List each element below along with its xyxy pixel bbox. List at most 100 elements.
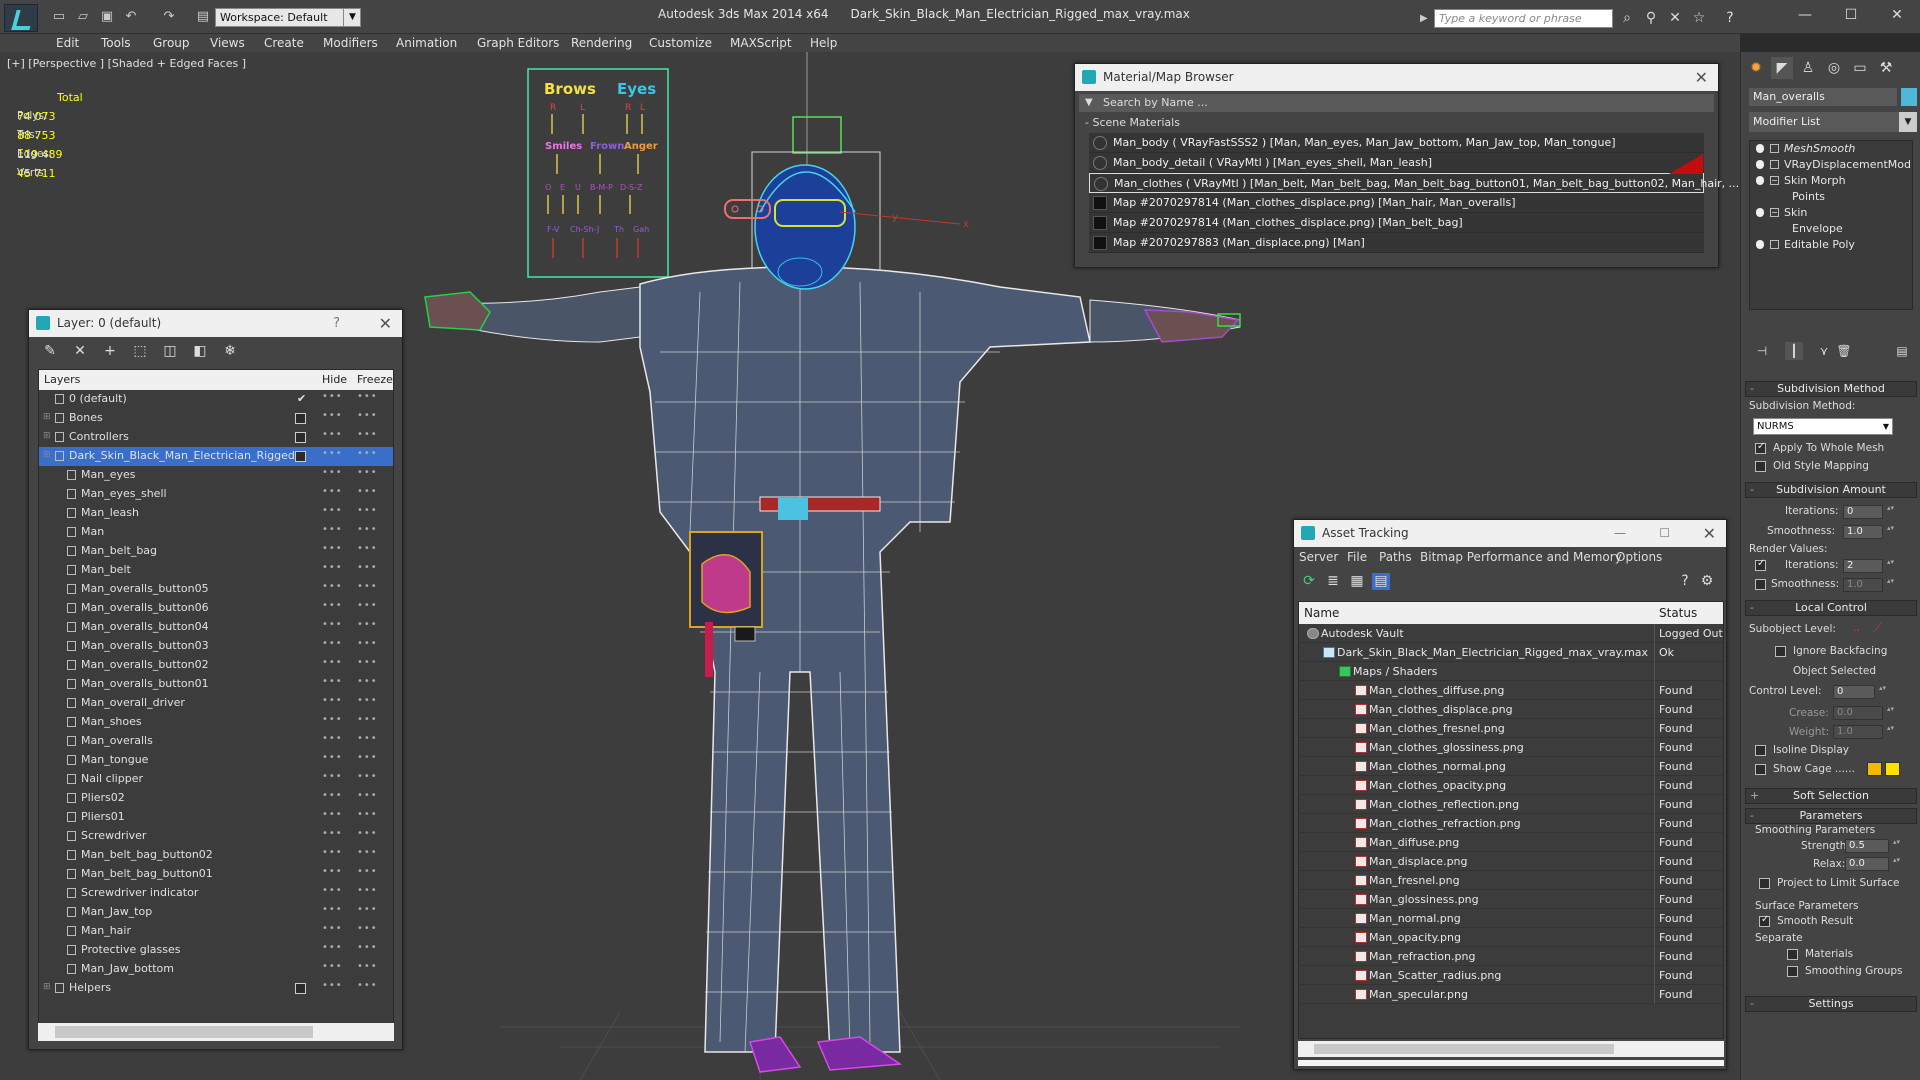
hide-toggle-icon[interactable]: ••• — [322, 771, 343, 782]
control-level-spinner[interactable]: 0 — [1833, 685, 1887, 699]
freeze-toggle-icon[interactable]: ••• — [357, 581, 378, 592]
menu-edit[interactable]: Edit — [56, 34, 79, 52]
project-limit-checkbox[interactable] — [1759, 878, 1770, 889]
layer-row[interactable]: Man_overalls_button06 ••• ••• — [39, 599, 393, 618]
close-icon[interactable]: ✕ — [1703, 520, 1716, 547]
hide-toggle-icon[interactable]: ••• — [322, 600, 343, 611]
hide-toggle-icon[interactable]: ••• — [322, 904, 343, 915]
maximize-icon[interactable]: ☐ — [1828, 2, 1874, 28]
material-row[interactable]: Map #2070297814 (Man_clothes_displace.pn… — [1089, 213, 1704, 233]
light-bulb-icon[interactable] — [1756, 176, 1764, 185]
expand-icon[interactable]: ⊞ — [43, 450, 51, 460]
hide-toggle-icon[interactable]: ••• — [322, 505, 343, 516]
freeze-toggle-icon[interactable]: ••• — [357, 619, 378, 630]
layer-row[interactable]: Man_overalls_button04 ••• ••• — [39, 618, 393, 637]
redo-icon[interactable]: ↷ — [160, 9, 178, 25]
configure-sets-icon[interactable]: ▤ — [1893, 342, 1911, 360]
freeze-toggle-icon[interactable]: ••• — [357, 695, 378, 706]
materials-checkbox[interactable] — [1787, 949, 1798, 960]
relax-spinner[interactable]: 0.0 — [1845, 857, 1901, 871]
hide-toggle-icon[interactable]: ••• — [322, 391, 343, 402]
crease-spinner[interactable]: 0.0 — [1833, 706, 1895, 720]
edge-level-icon[interactable]: ⟋ — [1873, 621, 1882, 636]
freeze-toggle-icon[interactable]: ••• — [357, 505, 378, 516]
asset-row[interactable]: Man_clothes_opacity.png Found — [1299, 776, 1723, 795]
hide-toggle-icon[interactable]: ••• — [322, 828, 343, 839]
strength-spinner[interactable]: 0.5 — [1845, 839, 1901, 853]
subdivision-method-dropdown[interactable]: NURMS ▼ — [1753, 418, 1893, 435]
workspace-dropdown[interactable]: Workspace: Default — [215, 8, 361, 27]
asset-menu-paths[interactable]: Paths — [1379, 550, 1412, 564]
thumbnail-view-icon[interactable]: ▦ — [1348, 573, 1366, 590]
hide-toggle-icon[interactable]: ••• — [322, 847, 343, 858]
iterations-spinner[interactable]: 0 — [1843, 505, 1895, 519]
asset-row[interactable]: Man_clothes_diffuse.png Found — [1299, 681, 1723, 700]
rollout-subdivision-amount[interactable]: - Subdivision Amount — [1745, 482, 1917, 498]
ignore-backfacing-checkbox[interactable] — [1775, 646, 1786, 657]
layer-row[interactable]: Man_overalls_button03 ••• ••• — [39, 637, 393, 656]
help-icon[interactable]: ? — [333, 310, 340, 337]
modify-tab-icon[interactable]: ◤ — [1771, 57, 1793, 79]
hide-toggle-icon[interactable]: ••• — [322, 676, 343, 687]
layer-row[interactable]: Man_belt_bag ••• ••• — [39, 542, 393, 561]
rollout-settings[interactable]: - Settings — [1745, 996, 1917, 1012]
menu-create[interactable]: Create — [264, 34, 304, 52]
horizontal-scrollbar[interactable] — [38, 1023, 394, 1041]
freeze-toggle-icon[interactable]: ••• — [357, 866, 378, 877]
freeze-toggle-icon[interactable]: ••• — [357, 448, 378, 459]
asset-row[interactable]: Maps / Shaders — [1299, 662, 1723, 681]
communication-icon[interactable]: ✕ — [1665, 9, 1685, 27]
favorites-star-icon[interactable]: ☆ — [1689, 9, 1709, 27]
menu-animation[interactable]: Animation — [396, 34, 457, 52]
material-search-input[interactable]: ▼ Search by Name ... — [1079, 94, 1714, 112]
hide-toggle-icon[interactable]: ••• — [322, 942, 343, 953]
render-smoothness-spinner[interactable]: 1.0 — [1843, 578, 1895, 592]
material-row[interactable]: Map #2070297814 (Man_clothes_displace.pn… — [1089, 193, 1704, 213]
options-icon[interactable]: ⚙ — [1698, 573, 1716, 590]
isoline-display-checkbox[interactable] — [1755, 745, 1766, 756]
asset-row[interactable]: Man_clothes_refraction.png Found — [1299, 814, 1723, 833]
layer-row[interactable]: Man_Jaw_top ••• ••• — [39, 903, 393, 922]
modifier-stack-item[interactable]: Editable Poly — [1750, 237, 1912, 253]
layer-row[interactable]: Man_eyes_shell ••• ••• — [39, 485, 393, 504]
create-tab-icon[interactable]: ✹ — [1745, 57, 1767, 79]
hide-toggle-icon[interactable]: ••• — [322, 733, 343, 744]
menu-tools[interactable]: Tools — [101, 34, 131, 52]
asset-tracking-titlebar[interactable]: Asset Tracking — ☐ ✕ — [1294, 520, 1726, 547]
hide-toggle-icon[interactable]: ••• — [322, 543, 343, 554]
asset-row[interactable]: Man_clothes_normal.png Found — [1299, 757, 1723, 776]
layer-row[interactable]: Man_leash ••• ••• — [39, 504, 393, 523]
hide-checkbox[interactable] — [295, 413, 306, 424]
material-row[interactable]: Man_body_detail ( VRayMtl ) [Man_eyes_sh… — [1089, 153, 1704, 173]
smoothing-groups-checkbox[interactable] — [1787, 966, 1798, 977]
light-bulb-icon[interactable] — [1756, 144, 1764, 153]
asset-row[interactable]: Man_diffuse.png Found — [1299, 833, 1723, 852]
smoothness-spinner[interactable]: 1.0 — [1843, 525, 1895, 539]
freeze-toggle-icon[interactable]: ••• — [357, 524, 378, 535]
light-bulb-icon[interactable] — [1756, 160, 1764, 169]
scrollbar-thumb[interactable] — [1314, 1044, 1614, 1054]
hide-toggle-icon[interactable]: ••• — [322, 410, 343, 421]
freeze-toggle-icon[interactable]: ••• — [357, 942, 378, 953]
material-row[interactable]: Man_clothes ( VRayMtl ) [Man_belt, Man_b… — [1089, 154, 1739, 193]
freeze-toggle-icon[interactable]: ••• — [357, 847, 378, 858]
help-icon[interactable]: ? — [1676, 573, 1694, 590]
layer-row[interactable]: Man_overall_driver ••• ••• — [39, 694, 393, 713]
hide-toggle-icon[interactable]: ••• — [322, 923, 343, 934]
create-layer-icon[interactable]: ✎ — [41, 343, 59, 360]
col-hide[interactable]: Hide — [322, 373, 347, 386]
layer-row[interactable]: Man_overalls_button01 ••• ••• — [39, 675, 393, 694]
freeze-toggle-icon[interactable]: ••• — [357, 771, 378, 782]
col-layers[interactable]: Layers — [44, 373, 80, 386]
asset-row[interactable]: Man_glossiness.png Found — [1299, 890, 1723, 909]
freeze-toggle-icon[interactable]: ••• — [357, 429, 378, 440]
show-cage-checkbox[interactable] — [1755, 764, 1766, 775]
hide-toggle-icon[interactable]: ••• — [322, 885, 343, 896]
hide-toggle-icon[interactable]: ••• — [322, 448, 343, 459]
asset-row[interactable]: Man_specular.png Found — [1299, 985, 1723, 1004]
freeze-toggle-icon[interactable]: ••• — [357, 790, 378, 801]
hide-toggle-icon[interactable]: ••• — [322, 866, 343, 877]
scene-materials-group[interactable]: - Scene Materials — [1085, 116, 1708, 129]
layer-row[interactable]: Man_belt_bag_button01 ••• ••• — [39, 865, 393, 884]
col-name[interactable]: Name — [1304, 606, 1339, 620]
